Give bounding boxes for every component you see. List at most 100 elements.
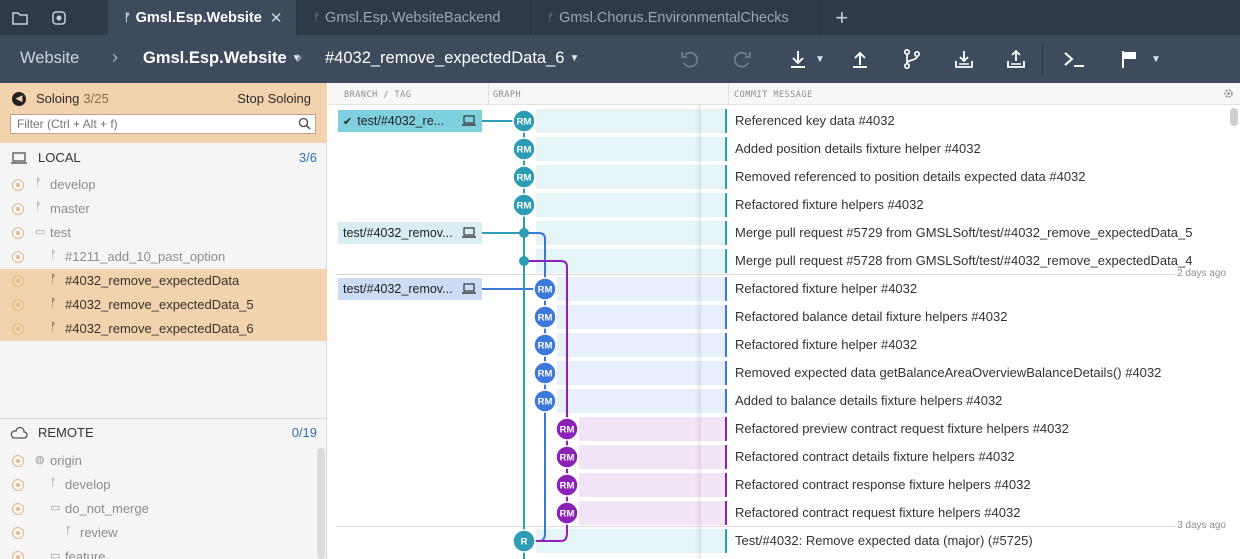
push-button[interactable]	[849, 43, 871, 75]
branch-icon: ᚠ	[50, 249, 57, 261]
close-icon[interactable]: ✕	[270, 9, 283, 27]
stash-button[interactable]	[953, 43, 975, 75]
local-item-label: #4032_remove_expectedData_6	[65, 321, 254, 336]
avatar-initials: RM	[560, 509, 575, 520]
remote-label: REMOTE	[38, 425, 94, 440]
redo-button[interactable]	[731, 43, 753, 75]
stash-icon	[955, 51, 973, 68]
remote-item[interactable]: ᚠ develop	[0, 473, 327, 497]
left-scrollbar[interactable]	[317, 448, 325, 559]
caret-down-icon[interactable]: ▼	[815, 54, 825, 65]
caret-down-icon[interactable]: ▼	[1151, 54, 1161, 65]
merge-commit-dot[interactable]	[519, 228, 529, 238]
soloing-label: Soloing	[36, 91, 80, 106]
remote-section-header[interactable]: REMOTE 0/19	[0, 420, 327, 446]
breadcrumb-repo-parent[interactable]: Website	[20, 49, 79, 68]
gear-icon[interactable]	[1223, 88, 1234, 99]
branch-icon: ᚠ	[65, 525, 72, 537]
tab-gmsl-esp-websitebackend[interactable]: ᚠ Gmsl.Esp.WebsiteBackend	[297, 0, 532, 35]
local-item[interactable]: ᚠ master	[0, 197, 327, 221]
local-item[interactable]: ᚠ #1211_add_10_past_option	[0, 245, 327, 269]
avatar-initials: RM	[517, 117, 532, 128]
tab-gmsl-chorus-environmentalchecks[interactable]: ᚠ Gmsl.Chorus.EnvironmentalChecks	[531, 0, 820, 35]
remote-item[interactable]: ▭ do_not_merge	[0, 497, 327, 521]
terminal-button[interactable]	[1062, 43, 1086, 75]
solo-toggle-icon[interactable]	[12, 203, 24, 215]
remote-item-label: develop	[65, 477, 111, 492]
search-icon	[298, 117, 311, 130]
remote-item[interactable]: ᚠ review	[0, 521, 327, 545]
avatar-initials: RM	[560, 453, 575, 464]
remote-item[interactable]: ▭ feature	[0, 545, 327, 559]
breadcrumb-repo[interactable]: Gmsl.Esp.Website ▼	[143, 49, 302, 68]
graph-header[interactable]: GRAPH	[493, 90, 521, 100]
solo-toggle-icon[interactable]	[12, 323, 24, 335]
panel-shadow	[695, 105, 701, 559]
branch-icon: ᚠ	[50, 477, 57, 489]
repo-label: Gmsl.Esp.Website	[143, 49, 287, 67]
branch-tag-header[interactable]: BRANCH / TAG	[344, 90, 411, 100]
avatar-initials: RM	[517, 201, 532, 212]
toolbar-divider	[1042, 43, 1043, 75]
filter-input[interactable]	[10, 114, 316, 134]
pop-icon	[1007, 49, 1025, 68]
local-item[interactable]: ᚠ #4032_remove_expectedData_5	[0, 293, 327, 317]
tab-label: Gmsl.Esp.Website	[135, 9, 262, 26]
graph-panel: BRANCH / TAG GRAPH COMMIT MESSAGE Refere…	[328, 83, 1240, 559]
pull-button[interactable]: ▼	[784, 43, 828, 75]
breadcrumb-branch[interactable]: #4032_remove_expectedData_6 ▼	[325, 49, 579, 68]
commit-graph: RM RM RM RM RM RM RM RM RM RM RM RM RM R	[482, 109, 579, 559]
folder-icon: ▭	[35, 226, 46, 238]
soloing-count: 3/25	[83, 91, 109, 106]
tab-gmsl-esp-website[interactable]: ᚠ Gmsl.Esp.Website ✕	[108, 0, 298, 35]
column-divider[interactable]	[728, 83, 729, 105]
solo-toggle-icon[interactable]	[12, 275, 24, 287]
tab-label: Gmsl.Esp.WebsiteBackend	[325, 9, 501, 26]
avatar-initials: RM	[538, 285, 553, 296]
commit-message-header[interactable]: COMMIT MESSAGE	[734, 90, 813, 100]
local-item-label: test	[50, 225, 71, 240]
folder-icon: ▭	[50, 550, 61, 559]
local-item[interactable]: ▭ test	[0, 221, 327, 245]
avatar-initials: RM	[560, 425, 575, 436]
local-item[interactable]: ᚠ #4032_remove_expectedData_6	[0, 317, 327, 341]
flag-button[interactable]: ▼	[1115, 43, 1165, 75]
graph-scrollbar[interactable]	[1230, 108, 1238, 126]
section-divider	[0, 418, 327, 419]
solo-toggle-icon[interactable]	[12, 551, 24, 559]
flag-icon	[1122, 51, 1137, 68]
solo-toggle-icon[interactable]	[12, 455, 24, 467]
solo-toggle-icon[interactable]	[12, 479, 24, 491]
local-item-label: #4032_remove_expectedData_5	[65, 297, 254, 312]
pop-button[interactable]	[1005, 43, 1027, 75]
folder-icon[interactable]	[0, 0, 39, 35]
undo-button[interactable]	[679, 43, 701, 75]
remote-item-label: origin	[50, 453, 82, 468]
back-icon[interactable]: ◀	[12, 91, 26, 106]
solo-toggle-icon[interactable]	[12, 299, 24, 311]
merge-commit-dot[interactable]	[519, 256, 529, 266]
branch-button[interactable]	[901, 43, 923, 75]
local-count: 3/6	[298, 150, 317, 165]
local-item[interactable]: ᚠ develop	[0, 173, 327, 197]
folder-icon: ▭	[50, 502, 61, 514]
solo-toggle-icon[interactable]	[12, 251, 24, 263]
add-tab-button[interactable]: +	[820, 0, 864, 35]
chevron-right-icon: ›	[112, 47, 118, 67]
solo-toggle-icon[interactable]	[12, 227, 24, 239]
left-panel: ◀ Soloing 3/25 Stop Soloing LOCAL 3/6 ᚠd…	[0, 83, 327, 559]
column-divider[interactable]	[488, 83, 489, 105]
solo-toggle-icon[interactable]	[12, 179, 24, 191]
stop-soloing-button[interactable]: Stop Soloing	[237, 91, 311, 106]
remote-item[interactable]: ◍ origin	[0, 449, 327, 473]
local-item[interactable]: ᚠ #4032_remove_expectedData	[0, 269, 327, 293]
local-item-label: #4032_remove_expectedData	[65, 273, 240, 288]
local-section-header[interactable]: LOCAL 3/6	[0, 145, 327, 171]
solo-toggle-icon[interactable]	[12, 527, 24, 539]
solo-toggle-icon[interactable]	[12, 503, 24, 515]
undo-icon	[681, 51, 699, 68]
toolbar: Website › Gmsl.Esp.Website ▼ › #4032_rem…	[0, 35, 1240, 83]
repo-management-icon[interactable]	[39, 0, 78, 35]
avatar-initials: R	[521, 537, 528, 548]
soloing-bar: ◀ Soloing 3/25 Stop Soloing	[0, 83, 327, 143]
